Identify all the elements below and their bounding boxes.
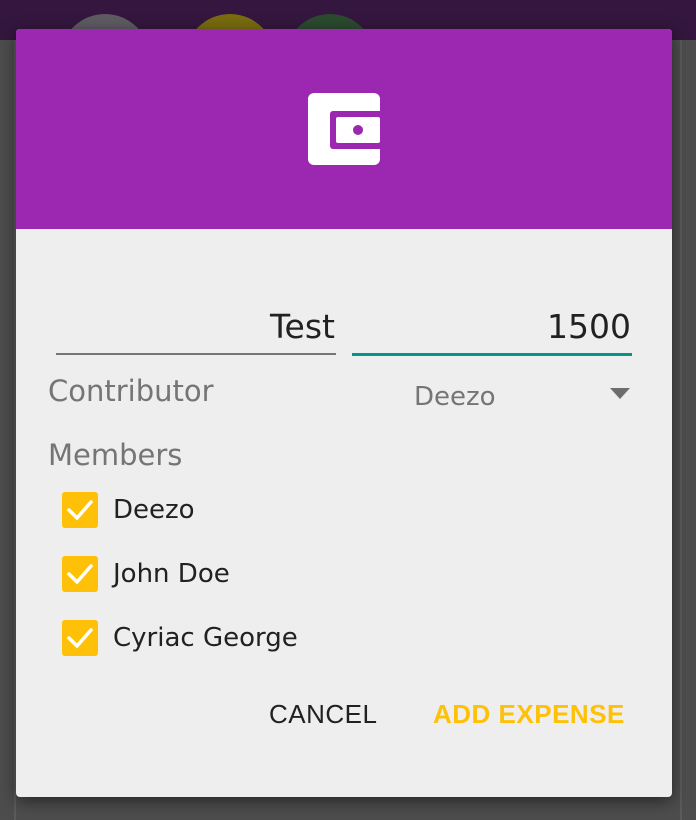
members-label: Members	[48, 438, 183, 472]
checkbox-checked-icon[interactable]	[62, 556, 98, 592]
wallet-icon	[308, 93, 386, 165]
member-checkbox-row[interactable]: Cyriac George	[62, 618, 462, 658]
dialog-header	[16, 29, 672, 229]
expense-amount-field[interactable]: 1500	[352, 307, 632, 356]
title-underline	[56, 353, 336, 355]
add-expense-dialog: Test 1500 Contributor Deezo Members Deez…	[16, 29, 672, 797]
expense-title-value: Test	[270, 307, 335, 346]
contributor-label: Contributor	[48, 374, 214, 408]
checkbox-checked-icon[interactable]	[62, 620, 98, 656]
dropdown-arrow-icon	[610, 388, 630, 399]
amount-underline	[352, 353, 632, 356]
checkbox-checked-icon[interactable]	[62, 492, 98, 528]
expense-amount-value: 1500	[547, 307, 631, 346]
cancel-button[interactable]: CANCEL	[269, 699, 377, 730]
member-name: John Doe	[113, 559, 230, 589]
member-checkbox-row[interactable]: Deezo	[62, 490, 462, 530]
member-checkbox-row[interactable]: John Doe	[62, 554, 462, 594]
member-name: Deezo	[113, 495, 195, 525]
divider	[680, 40, 682, 820]
contributor-selected-value: Deezo	[414, 382, 496, 412]
contributor-dropdown[interactable]: Deezo	[414, 379, 634, 415]
expense-title-field[interactable]: Test	[56, 307, 336, 355]
add-expense-button[interactable]: ADD EXPENSE	[433, 699, 625, 730]
member-name: Cyriac George	[113, 623, 298, 653]
